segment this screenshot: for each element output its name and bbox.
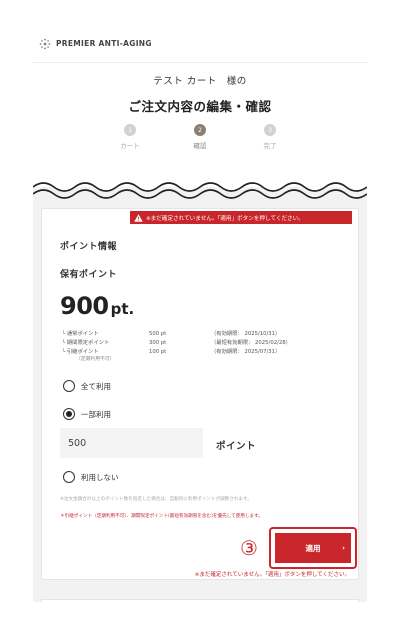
point-detail-row: └ 通常ポイント 500 pt （有効期限： 2025/10/31） [62,329,280,337]
point-expiry: （有効期限： 2025/07/31） [211,349,281,355]
point-type: └ 期間限定ポイント [62,340,110,346]
radio-label: 利用しない [81,472,119,482]
point-card: ※まだ確定されていません。「適用」ボタンを押してください。 ポイント情報 保有ポ… [41,208,359,580]
site-header: PREMIER ANTI-AGING [33,25,367,63]
point-amount-unit: ポイント [216,441,257,452]
section-title: ポイント情報 [60,242,118,252]
next-card [41,599,359,602]
point-type: └ 引継ポイント [62,349,99,355]
brand-logo-icon [39,38,51,50]
point-type: └ 通常ポイント [62,331,99,337]
radio-button[interactable] [63,471,75,483]
radio-button[interactable] [63,380,75,392]
step-number: 1 [124,124,136,136]
page-titles: テスト カート 様の ご注文内容の編集・確認 [33,63,367,115]
carryover-note: （定期利用不可） [76,357,115,362]
step-marker: ③ [240,536,258,560]
apply-button[interactable]: 適用 › [275,533,351,563]
brand-logo-text[interactable]: PREMIER ANTI-AGING [56,39,152,48]
step-confirm: 2 確認 [184,124,216,150]
chevron-right-icon: › [342,544,345,552]
step-label: 完了 [263,142,277,150]
points-number: 900 [60,292,109,320]
step-complete: 3 完了 [254,124,286,150]
unconfirmed-alert: ※まだ確定されていません。「適用」ボタンを押してください。 [130,211,352,224]
customer-greeting: テスト カート 様の [153,76,247,87]
apply-warning: ※まだ確定されていません。「適用」ボタンを押してください。 [194,572,350,578]
step-label: 確認 [193,142,207,150]
apply-label: 適用 [305,543,321,553]
radio-label: 一部利用 [81,409,111,419]
held-points-label: 保有ポイント [60,270,118,280]
radio-button-selected[interactable] [63,408,75,420]
adjust-note: ※注文金額合計以上のポイント数を指定した場合は、自動的に利用ポイントが調整されま… [60,497,252,502]
point-amount-input[interactable] [60,428,203,458]
radio-label: 全て利用 [81,381,111,391]
point-detail-row: └ 引継ポイント 100 pt （有効期限： 2025/07/31） [62,347,280,355]
step-number: 3 [264,124,276,136]
point-detail-row: └ 期間限定ポイント 300 pt （最短有効期限： 2025/02/28） [62,338,291,346]
app-frame: PREMIER ANTI-AGING テスト カート 様の ご注文内容の編集・確… [33,25,367,602]
point-amount: 500 pt [149,331,167,337]
point-expiry: （最短有効期限： 2025/02/28） [211,340,291,346]
held-points-value: 900 pt. [60,292,134,320]
point-amount: 300 pt [149,340,167,346]
option-use-all[interactable]: 全て利用 [63,380,111,392]
wave-divider [33,177,367,199]
step-number: 2 [194,124,206,136]
point-expiry: （有効期限： 2025/10/31） [211,331,281,337]
warning-icon [134,213,143,222]
step-cart: 1 カート [114,124,146,150]
page-title: ご注文内容の編集・確認 [128,99,272,114]
point-amount: 100 pt [149,349,167,355]
alert-text: ※まだ確定されていません。「適用」ボタンを押してください。 [146,215,304,222]
priority-note: ＊引継ポイント（定期利用不可）、期間限定ポイント(最短有効期限を含む)を優先して… [60,514,263,519]
points-unit: pt. [110,300,135,318]
progress-steps: 1 カート 2 確認 3 完了 [33,124,367,150]
step-label: カート [120,142,140,150]
option-use-none[interactable]: 利用しない [63,471,119,483]
option-use-partial[interactable]: 一部利用 [63,408,111,420]
